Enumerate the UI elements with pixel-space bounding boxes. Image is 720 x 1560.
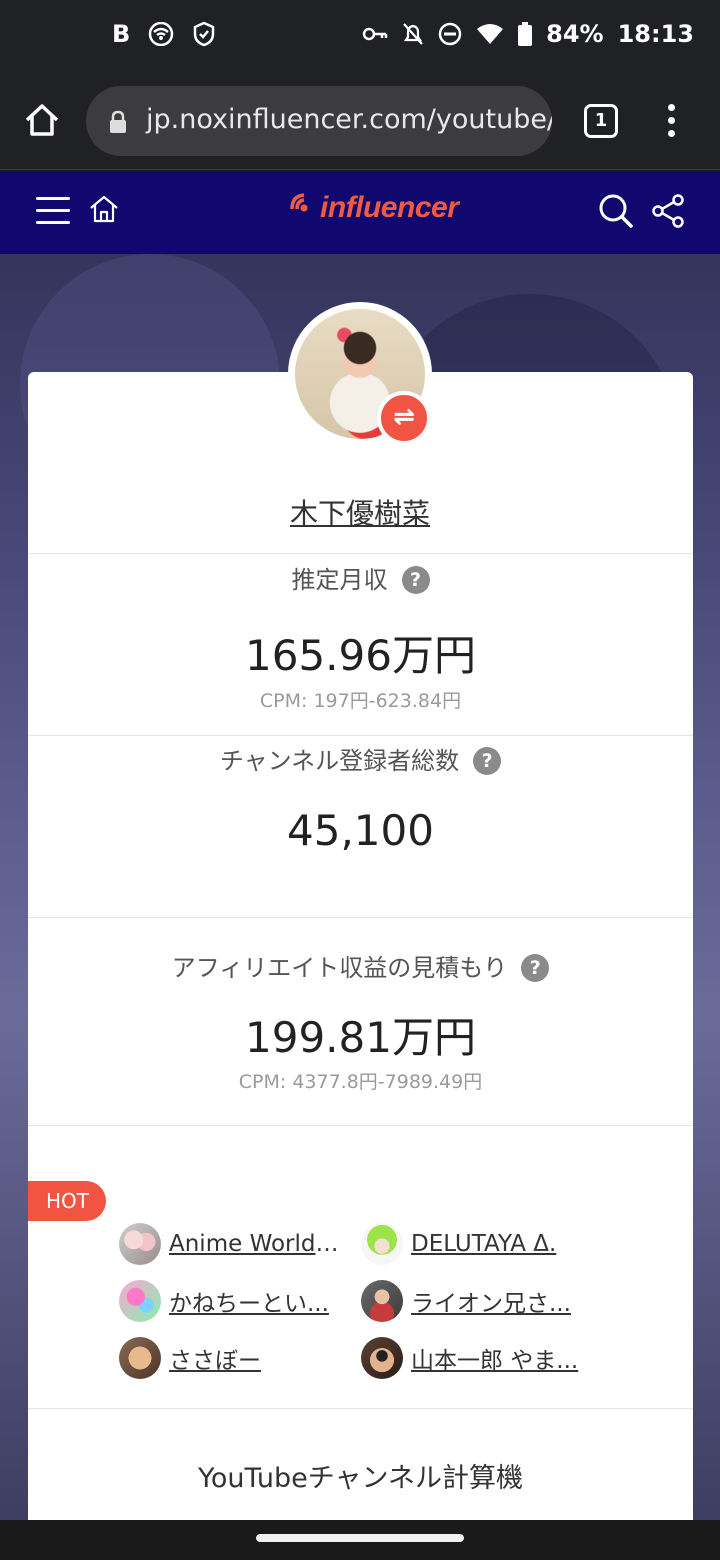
home-icon[interactable] <box>88 193 120 225</box>
logo-signal-icon <box>290 193 308 212</box>
status-bar: B 84% 18:13 <box>0 0 720 72</box>
divider <box>28 917 693 918</box>
hot-channel-avatar <box>119 1280 161 1322</box>
monthly-cpm-range: CPM: 197円-623.84円 <box>259 690 462 712</box>
affiliate-cpm-range: CPM: 4377.8円-7989.49円 <box>238 1071 483 1093</box>
divider <box>28 1408 693 1409</box>
switch-icon[interactable]: ⇌ <box>377 391 431 445</box>
divider <box>28 735 693 736</box>
logo-text: influencer <box>320 191 459 224</box>
hot-channel-avatar <box>119 1337 161 1379</box>
hot-channel-avatar <box>361 1280 403 1322</box>
wifi-icon <box>477 24 504 44</box>
hot-channel-item[interactable]: かねちーとい... <box>119 1280 341 1322</box>
affiliate-earnings-value: 199.81万円 <box>245 1013 476 1062</box>
shield-icon <box>194 21 215 47</box>
site-header: influencer <box>0 171 720 254</box>
divider <box>28 553 693 554</box>
wifi-hotspot-icon <box>149 22 174 46</box>
url-text: jp.noxinfluencer.com/youtube/c <box>146 104 552 135</box>
hot-channel-item[interactable]: DELUTAYA Δ. <box>361 1223 583 1265</box>
hot-channel-link[interactable]: かねちーとい... <box>169 1284 341 1318</box>
hot-channel-item[interactable]: ささぼー <box>119 1337 341 1379</box>
channel-name-link[interactable]: 木下優樹菜 <box>0 492 720 532</box>
hot-channel-item[interactable]: ライオン兄さ... <box>361 1280 583 1322</box>
key-icon <box>362 27 388 41</box>
hot-channel-link[interactable]: ライオン兄さ... <box>411 1284 583 1318</box>
site-logo[interactable]: influencer <box>288 191 459 225</box>
hot-badge: HOT <box>28 1181 106 1221</box>
bell-off-icon <box>403 23 423 45</box>
battery-level: 84% <box>546 20 604 48</box>
browser-menu-icon[interactable] <box>664 104 678 138</box>
monthly-earnings-value: 165.96万円 <box>245 631 476 680</box>
hot-channel-link[interactable]: DELUTAYA Δ. <box>411 1231 583 1257</box>
browser-toolbar: jp.noxinfluencer.com/youtube/c 1 <box>0 72 720 170</box>
help-icon[interactable]: ? <box>401 566 430 594</box>
subscribers-value: 45,100 <box>287 806 434 855</box>
home-icon[interactable] <box>22 100 62 140</box>
hot-channel-avatar <box>361 1337 403 1379</box>
divider <box>28 1125 693 1126</box>
system-navigation-bar <box>0 1520 720 1560</box>
hot-channel-link[interactable]: 山本一郎 やま... <box>411 1341 583 1375</box>
hot-channel-item[interactable]: 山本一郎 やま... <box>361 1337 583 1379</box>
battery-icon <box>518 22 533 46</box>
tab-switcher-button[interactable]: 1 <box>584 104 618 138</box>
address-bar[interactable]: jp.noxinfluencer.com/youtube/c <box>86 86 552 156</box>
do-not-disturb-icon <box>438 22 462 46</box>
b-icon: B <box>112 20 131 48</box>
hot-channel-avatar <box>361 1223 403 1265</box>
search-icon[interactable] <box>598 193 634 229</box>
hot-channel-avatar <box>119 1223 161 1265</box>
affiliate-earnings-label: アフィリエイト収益の見積もり? <box>28 948 693 983</box>
clock: 18:13 <box>617 20 694 48</box>
share-icon[interactable] <box>650 193 686 229</box>
help-icon[interactable]: ? <box>473 747 502 775</box>
help-icon[interactable]: ? <box>521 954 550 982</box>
hot-channel-item[interactable]: Anime World ... <box>119 1223 341 1265</box>
hot-channel-link[interactable]: Anime World ... <box>169 1231 341 1257</box>
hamburger-menu-icon[interactable] <box>36 197 70 225</box>
subscribers-label: チャンネル登録者総数? <box>28 741 693 776</box>
monthly-earnings-label: 推定月収? <box>28 560 693 595</box>
lock-icon <box>110 110 126 133</box>
home-gesture-handle[interactable] <box>256 1534 464 1542</box>
calculator-section-title: YouTubeチャンネル計算機 <box>198 1463 523 1494</box>
hot-channel-link[interactable]: ささぼー <box>169 1341 341 1375</box>
